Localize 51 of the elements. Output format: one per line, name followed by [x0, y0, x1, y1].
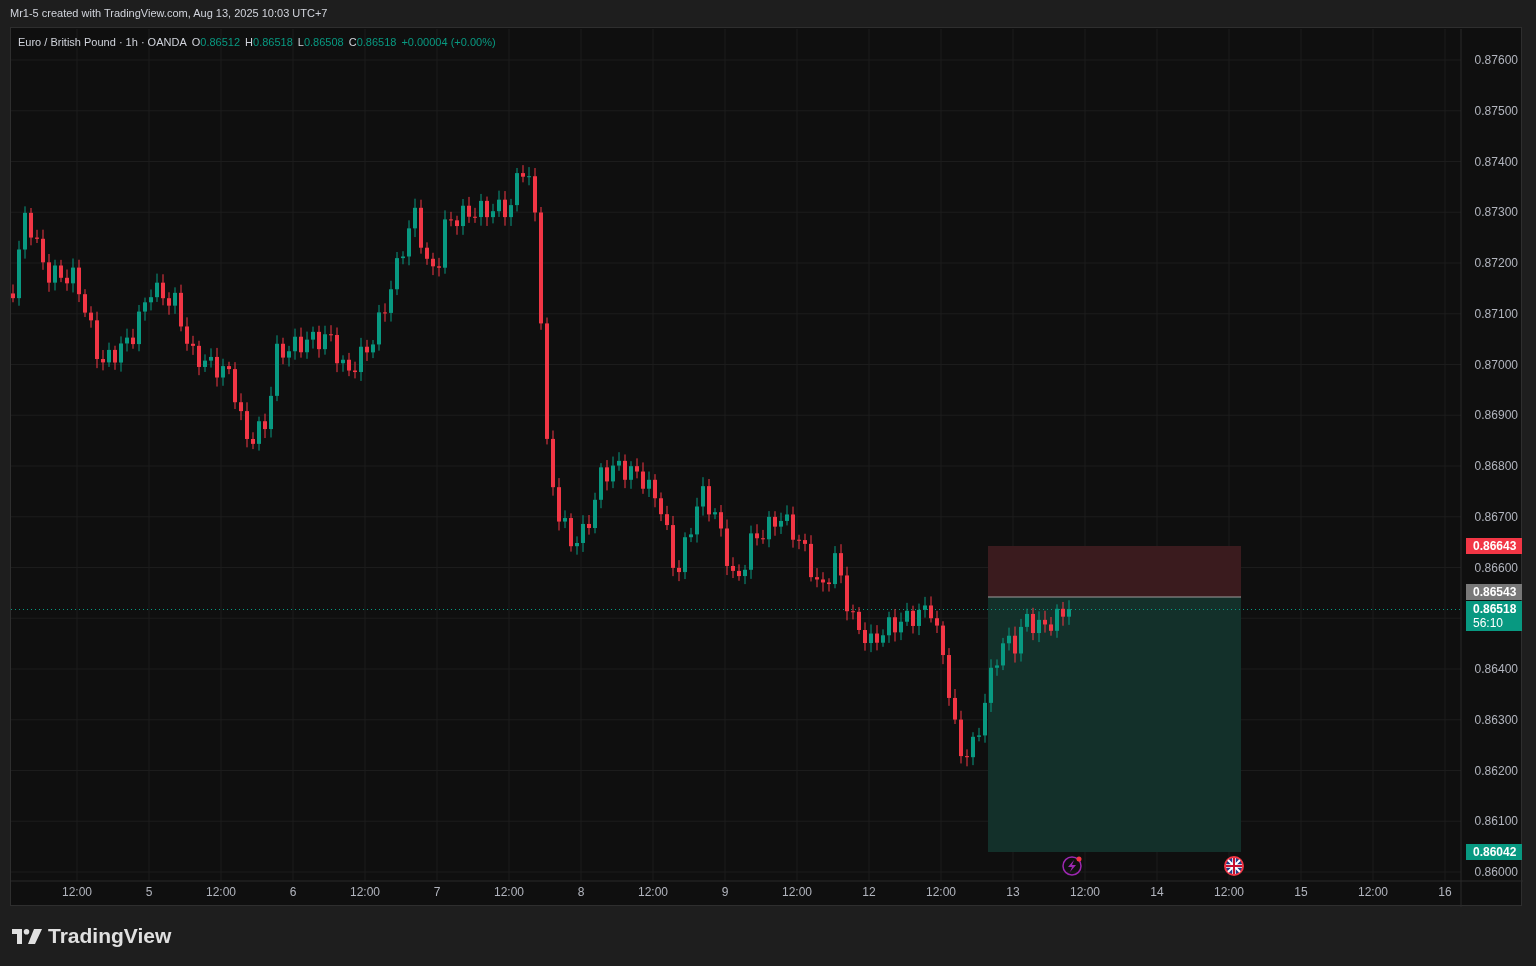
price-change: +0.00004 (+0.00%) [401, 35, 496, 50]
time-axis-label: 14 [1149, 885, 1165, 899]
time-axis-label: 12:00 [1069, 885, 1101, 899]
logo-text: TradingView [48, 923, 172, 950]
price-axis-label: 0.86200 [1473, 763, 1518, 778]
ohlc-value: L0.86508 [297, 35, 344, 50]
ohlc-value: O0.86512 [191, 35, 241, 50]
time-axis-label: 12 [861, 885, 877, 899]
price-axis-label: 0.87000 [1473, 357, 1518, 372]
chart-caption: Mr1-5 created with TradingView.com, Aug 13, 2025 10:03 UTC+7 [10, 6, 328, 22]
price-axis-label: 0.87300 [1473, 205, 1518, 220]
time-axis-label: 12:00 [781, 885, 813, 899]
uk-flag-icon [1224, 856, 1244, 876]
price-axis-label: 0.86100 [1473, 814, 1518, 829]
time-axis-label: 6 [288, 885, 298, 899]
logo-icon [12, 928, 42, 944]
price-axis-label: 0.87100 [1473, 306, 1518, 321]
price-axis-label: 0.86600 [1473, 560, 1518, 575]
time-axis-label: 12:00 [637, 885, 669, 899]
time-axis-label: 16 [1437, 885, 1453, 899]
price-axis-label: 0.86700 [1473, 509, 1518, 524]
price-axis-label: 0.87500 [1473, 103, 1518, 118]
symbol-title: Euro / British Pound · 1h · OANDA [18, 35, 187, 50]
price-axis-label: 0.87200 [1473, 256, 1518, 270]
time-axis-label: 12:00 [925, 885, 957, 899]
ohlc-value: C0.86518 [348, 35, 397, 50]
price-axis-label: 0.87600 [1473, 53, 1518, 67]
price-tag: 0.86643 [1466, 538, 1522, 554]
lightning-icon [1062, 856, 1082, 876]
time-axis-label: 15 [1293, 885, 1309, 899]
price-tag: 0.86042 [1466, 844, 1522, 860]
price-axis-label: 0.86300 [1473, 712, 1518, 727]
time-axis-label: 12:00 [1357, 885, 1389, 899]
price-axis-label: 0.86000 [1473, 865, 1518, 879]
time-axis-label: 9 [720, 885, 730, 899]
time-axis-label: 12:00 [61, 885, 93, 899]
time-axis-label: 13 [1005, 885, 1021, 899]
time-axis-label: 5 [144, 885, 154, 899]
time-axis-label: 8 [576, 885, 586, 899]
price-axis-label: 0.86400 [1473, 662, 1518, 676]
price-axis-label: 0.86900 [1473, 408, 1518, 423]
ohlc-value: H0.86518 [245, 35, 293, 50]
price-axis-label: 0.87400 [1473, 154, 1518, 169]
price-tag: 0.86518 56:10 [1466, 601, 1522, 631]
time-axis-label: 12:00 [205, 885, 237, 899]
price-axis-label: 0.86800 [1473, 459, 1518, 473]
time-axis-label: 12:00 [1213, 885, 1245, 899]
time-axis-label: 7 [432, 885, 442, 899]
price-tag: 0.86543 [1466, 584, 1522, 600]
time-axis-label: 12:00 [349, 885, 381, 899]
time-axis-label: 12:00 [493, 885, 525, 899]
